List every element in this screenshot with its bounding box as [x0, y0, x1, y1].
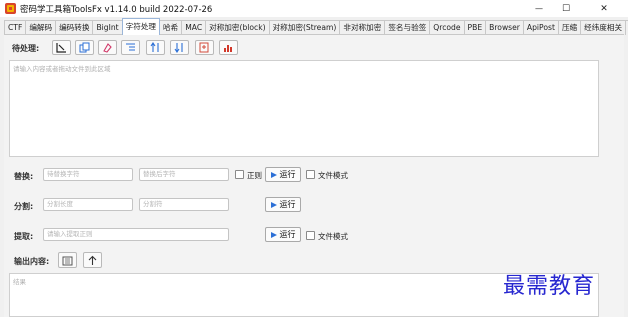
copy-icon [62, 256, 73, 265]
sort-desc-button[interactable] [170, 40, 189, 55]
tab-browser[interactable]: Browser [485, 20, 524, 35]
extract-file-mode-label: 文件模式 [318, 232, 348, 241]
sort-desc-icon [174, 43, 183, 53]
regex-checkbox[interactable] [235, 170, 244, 179]
extract-label: 提取: [14, 232, 34, 241]
export-icon [199, 42, 209, 53]
pending-label: 待处理: [12, 44, 40, 53]
clear-icon [103, 43, 112, 53]
tab-compress[interactable]: 压缩 [557, 20, 582, 35]
copy-button[interactable] [75, 40, 94, 55]
tab-geo[interactable]: 经纬度相关 [580, 20, 627, 35]
copy-icon [79, 42, 90, 53]
tab-hash[interactable]: 哈希 [159, 20, 183, 35]
replace-file-mode-label: 文件模式 [318, 171, 348, 180]
tab-qrcode[interactable]: Qrcode [429, 20, 465, 35]
minimize-button[interactable]: — [526, 0, 552, 17]
indent-icon [126, 43, 135, 51]
extract-run-label: 运行 [279, 230, 296, 239]
replace-label: 替换: [14, 172, 34, 181]
tab-bar: CTF 编解码 编码转换 BigInt 字符处理 哈希 MAC 对称加密(blo… [4, 18, 628, 35]
replace-run-button[interactable]: 运行 [265, 167, 301, 182]
tab-symmetric-block[interactable]: 对称加密(block) [205, 20, 270, 35]
pen-edit-icon [56, 43, 66, 53]
maximize-icon: ☐ [561, 3, 571, 14]
tab-ctf[interactable]: CTF [4, 20, 27, 35]
arrow-up-icon [88, 255, 97, 265]
replace-file-mode-checkbox[interactable] [306, 170, 315, 179]
chart-button[interactable] [219, 40, 238, 55]
tab-encoding-convert[interactable]: 编码转换 [55, 20, 94, 35]
chart-icon [224, 45, 232, 52]
app-logo-icon [5, 3, 16, 14]
extract-regex-input[interactable]: 请输入提取正则 [43, 228, 229, 241]
close-button[interactable]: ✕ [580, 0, 628, 17]
output-copy-button[interactable] [58, 252, 77, 268]
input-textarea[interactable]: 请输入内容或者拖动文件到此区域 [9, 60, 599, 157]
minimize-icon: — [535, 4, 543, 13]
replace-with-input[interactable]: 替换后字符 [139, 168, 229, 181]
tab-signature[interactable]: 签名与验签 [384, 20, 431, 35]
extract-file-mode-checkbox[interactable] [306, 231, 315, 240]
close-icon: ✕ [600, 3, 608, 14]
replace-find-input[interactable]: 待替换字符 [43, 168, 133, 181]
split-label: 分割: [14, 202, 34, 211]
tab-encode-decode[interactable]: 编解码 [25, 20, 57, 35]
split-separator-input[interactable]: 分割符 [139, 198, 229, 211]
indent-button[interactable] [121, 40, 140, 55]
output-label: 输出内容: [14, 257, 50, 266]
pen-edit-button[interactable] [52, 40, 71, 55]
title-bar: 密码学工具箱ToolsFx v1.14.0 build 2022-07-26 —… [0, 0, 628, 17]
watermark: 最需教育 [503, 274, 596, 299]
play-icon [270, 171, 277, 178]
play-icon [270, 231, 277, 238]
tab-mac[interactable]: MAC [181, 20, 207, 35]
sort-asc-button[interactable] [146, 40, 165, 55]
play-icon [270, 201, 277, 208]
sort-asc-icon [150, 42, 159, 52]
output-move-up-button[interactable] [83, 252, 102, 268]
tab-asymmetric[interactable]: 非对称加密 [339, 20, 386, 35]
split-length-input[interactable]: 分割长度 [43, 198, 133, 211]
maximize-button[interactable]: ☐ [553, 0, 579, 17]
split-run-button[interactable]: 运行 [265, 197, 301, 212]
tab-apipost[interactable]: ApiPost [522, 20, 559, 35]
extract-run-button[interactable]: 运行 [265, 227, 301, 242]
tab-symmetric-stream[interactable]: 对称加密(Stream) [268, 20, 341, 35]
replace-run-label: 运行 [279, 170, 296, 179]
tab-pbe[interactable]: PBE [463, 20, 487, 35]
regex-label: 正则 [247, 171, 262, 180]
tab-bigint[interactable]: BigInt [92, 20, 123, 35]
clear-button[interactable] [98, 40, 117, 55]
window-title: 密码学工具箱ToolsFx v1.14.0 build 2022-07-26 [20, 5, 213, 15]
tab-string-processing[interactable]: 字符处理 [121, 18, 161, 35]
split-run-label: 运行 [279, 200, 296, 209]
export-button[interactable] [195, 40, 214, 55]
